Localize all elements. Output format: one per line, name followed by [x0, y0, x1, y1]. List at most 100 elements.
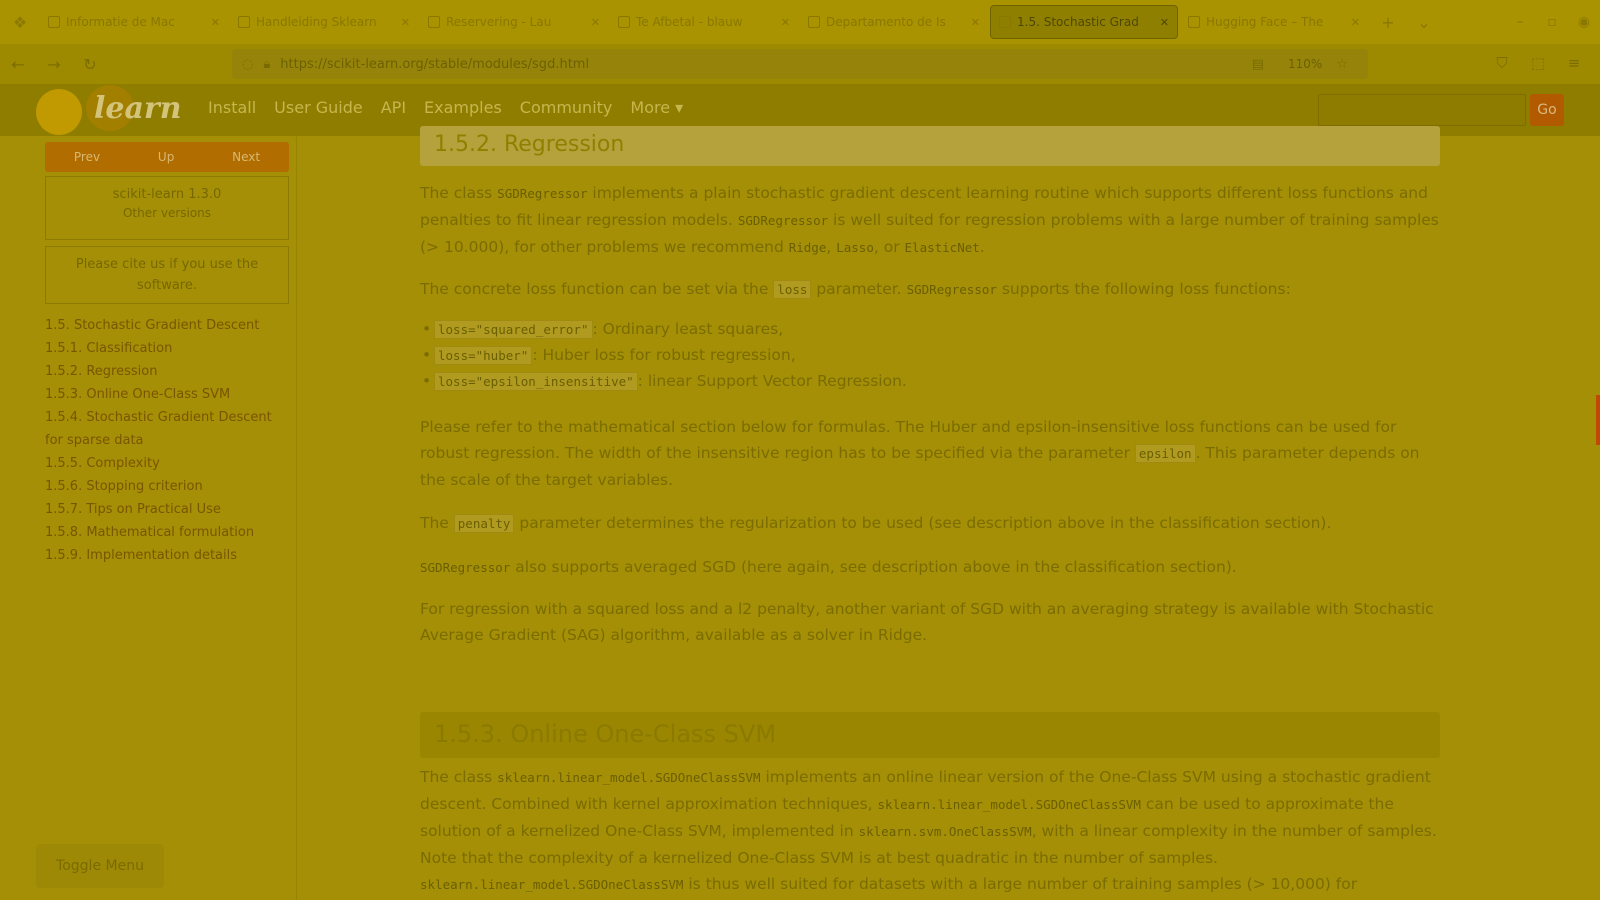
text: , or [873, 238, 905, 256]
section-heading-online-one-class-svm: 1.5.3. Online One-Class SVM [420, 712, 1440, 758]
close-tab-icon[interactable]: ✕ [1351, 16, 1360, 29]
scrollbar-thumb[interactable] [1596, 395, 1600, 445]
class-link[interactable]: Lasso [836, 240, 874, 255]
paragraph-averaged-sgd: SGDRegressor also supports averaged SGD … [420, 554, 1440, 581]
maximize-icon[interactable]: ▫ [1536, 14, 1568, 30]
paragraph-loss-parameter: The concrete loss function can be set vi… [420, 276, 1440, 303]
next-button[interactable]: Next [232, 150, 260, 164]
search-go-button[interactable]: Go [1530, 94, 1564, 126]
text: The class [420, 184, 498, 202]
class-link[interactable]: SGDRegressor [420, 560, 510, 575]
url-bar[interactable]: ◌ 🔒︎ https://scikit-learn.org/stable/mod… [232, 49, 1368, 79]
scikit-learn-logo[interactable]: learn [36, 85, 186, 135]
tab-list-chevron-icon[interactable]: ⌄ [1406, 13, 1442, 32]
list-item: loss="epsilon_insensitive": linear Suppo… [422, 372, 907, 391]
close-tab-icon[interactable]: ✕ [591, 16, 600, 29]
close-tab-icon[interactable]: ✕ [401, 16, 410, 29]
text: parameter determines the regularization … [514, 514, 1332, 532]
browser-tab[interactable]: Handleiding Sklearn ✕ [230, 5, 418, 39]
toc-item[interactable]: 1.5.3. Online One-Class SVM [45, 383, 293, 406]
nav-user-guide[interactable]: User Guide [274, 98, 363, 117]
tab-title: Te Afbetal - blauw [636, 15, 743, 29]
forward-arrow-icon[interactable]: → [36, 55, 72, 74]
class-link[interactable]: ElasticNet [905, 240, 980, 255]
inline-code: loss="squared_error" [434, 320, 593, 339]
text: : Huber loss for robust regression, [532, 346, 796, 364]
cite-us-box[interactable]: Please cite us if you use the software. [45, 246, 289, 304]
list-item: loss="huber": Huber loss for robust regr… [422, 346, 796, 365]
class-link[interactable]: SGDRegressor [907, 282, 997, 297]
account-icon[interactable]: ◉ [1568, 14, 1600, 30]
close-tab-icon[interactable]: ✕ [971, 16, 980, 29]
tracking-shield-icon[interactable]: ◌ [242, 57, 253, 72]
text: . [979, 238, 985, 256]
toc-item[interactable]: 1.5.5. Complexity [45, 452, 293, 475]
toc-item[interactable]: 1.5.8. Mathematical formulation [45, 521, 293, 544]
toolbar-right: ⛉ ⬚ ≡ [1484, 54, 1592, 72]
reader-view-icon[interactable]: ▤ [1252, 57, 1264, 72]
toggle-menu-button[interactable]: Toggle Menu [36, 844, 164, 888]
toc-item[interactable]: 1.5. Stochastic Gradient Descent [45, 314, 293, 337]
nav-more-dropdown[interactable]: More ▾ [630, 98, 683, 117]
pocket-icon[interactable]: ⛉ [1484, 54, 1520, 72]
paragraph-sag: For regression with a squared loss and a… [420, 600, 1434, 644]
class-link[interactable]: SGDRegressor [738, 213, 828, 228]
tab-favicon [238, 16, 250, 28]
reload-icon[interactable]: ↻ [72, 55, 108, 74]
toc-item[interactable]: 1.5.7. Tips on Practical Use [45, 498, 293, 521]
tab-title: Departamento de Is [826, 15, 946, 29]
toc-item[interactable]: 1.5.2. Regression [45, 360, 293, 383]
other-versions-link[interactable]: Other versions [46, 206, 288, 220]
tab-favicon [808, 16, 820, 28]
browser-nav-bar: ← → ↻ ◌ 🔒︎ https://scikit-learn.org/stab… [0, 44, 1600, 84]
tab-title: Hugging Face – The [1206, 15, 1324, 29]
minimize-icon[interactable]: – [1504, 14, 1536, 30]
class-link[interactable]: sklearn.linear_model.SGDOneClassSVM [497, 770, 760, 785]
prev-button[interactable]: Prev [74, 150, 100, 164]
paragraph-robust-regression: Please refer to the mathematical section… [420, 414, 1440, 493]
toc-item[interactable]: 1.5.6. Stopping criterion [45, 475, 293, 498]
hamburger-menu-icon[interactable]: ≡ [1556, 54, 1592, 72]
nav-install[interactable]: Install [208, 98, 256, 117]
paragraph-penalty: The penalty parameter determines the reg… [420, 510, 1440, 537]
bookmark-star-icon[interactable]: ☆ [1336, 57, 1348, 72]
text: The [420, 514, 454, 532]
toc-item[interactable]: 1.5.9. Implementation details [45, 544, 293, 567]
text: The class [420, 768, 498, 786]
inline-code: loss="epsilon_insensitive" [434, 372, 638, 391]
browser-tab[interactable]: Te Afbetal - blauw ✕ [610, 5, 798, 39]
text: : Ordinary least squares, [592, 320, 784, 338]
class-link[interactable]: SGDRegressor [497, 186, 587, 201]
paragraph-sgdregressor-intro: The class SGDRegressor implements a plai… [420, 180, 1440, 261]
browser-tab[interactable]: Informatie de Mac ✕ [40, 5, 228, 39]
zoom-level[interactable]: 110% [1288, 57, 1322, 71]
url-text[interactable]: https://scikit-learn.org/stable/modules/… [280, 57, 1251, 72]
close-tab-icon[interactable]: ✕ [781, 16, 790, 29]
new-tab-icon[interactable]: + [1370, 13, 1406, 32]
back-arrow-icon[interactable]: ← [0, 55, 36, 74]
browser-tab-strip: ❖ Informatie de Mac ✕ Handleiding Sklearn… [0, 0, 1600, 44]
inline-code: loss [773, 280, 812, 299]
class-link[interactable]: sklearn.svm.OneClassSVM [859, 824, 1032, 839]
class-link[interactable]: sklearn.linear_model.SGDOneClassSVM [878, 797, 1141, 812]
browser-tab[interactable]: Reservering - Lau ✕ [420, 5, 608, 39]
class-link[interactable]: Ridge [789, 240, 827, 255]
lock-icon[interactable]: 🔒︎ [263, 57, 270, 72]
extensions-icon[interactable]: ⬚ [1520, 54, 1556, 72]
browser-tab-active[interactable]: 1.5. Stochastic Grad ✕ [990, 5, 1178, 39]
toc-item[interactable]: 1.5.4. Stochastic Gradient Descent for s… [45, 406, 293, 452]
class-link[interactable]: sklearn.linear_model.SGDOneClassSVM [420, 877, 683, 892]
browser-tab[interactable]: Departamento de Is ✕ [800, 5, 988, 39]
close-tab-icon[interactable]: ✕ [1160, 16, 1169, 29]
nav-api[interactable]: API [381, 98, 406, 117]
nav-examples[interactable]: Examples [424, 98, 502, 117]
firefox-view-icon[interactable]: ❖ [0, 0, 40, 44]
text: is thus well suited for datasets with a … [683, 875, 1358, 893]
up-button[interactable]: Up [158, 150, 174, 164]
site-search-input[interactable] [1318, 94, 1526, 126]
main-content: 1.5.2. Regression The class SGDRegressor… [420, 126, 1440, 900]
close-tab-icon[interactable]: ✕ [211, 16, 220, 29]
nav-community[interactable]: Community [520, 98, 613, 117]
browser-tab[interactable]: Hugging Face – The ✕ [1180, 5, 1368, 39]
toc-item[interactable]: 1.5.1. Classification [45, 337, 293, 360]
